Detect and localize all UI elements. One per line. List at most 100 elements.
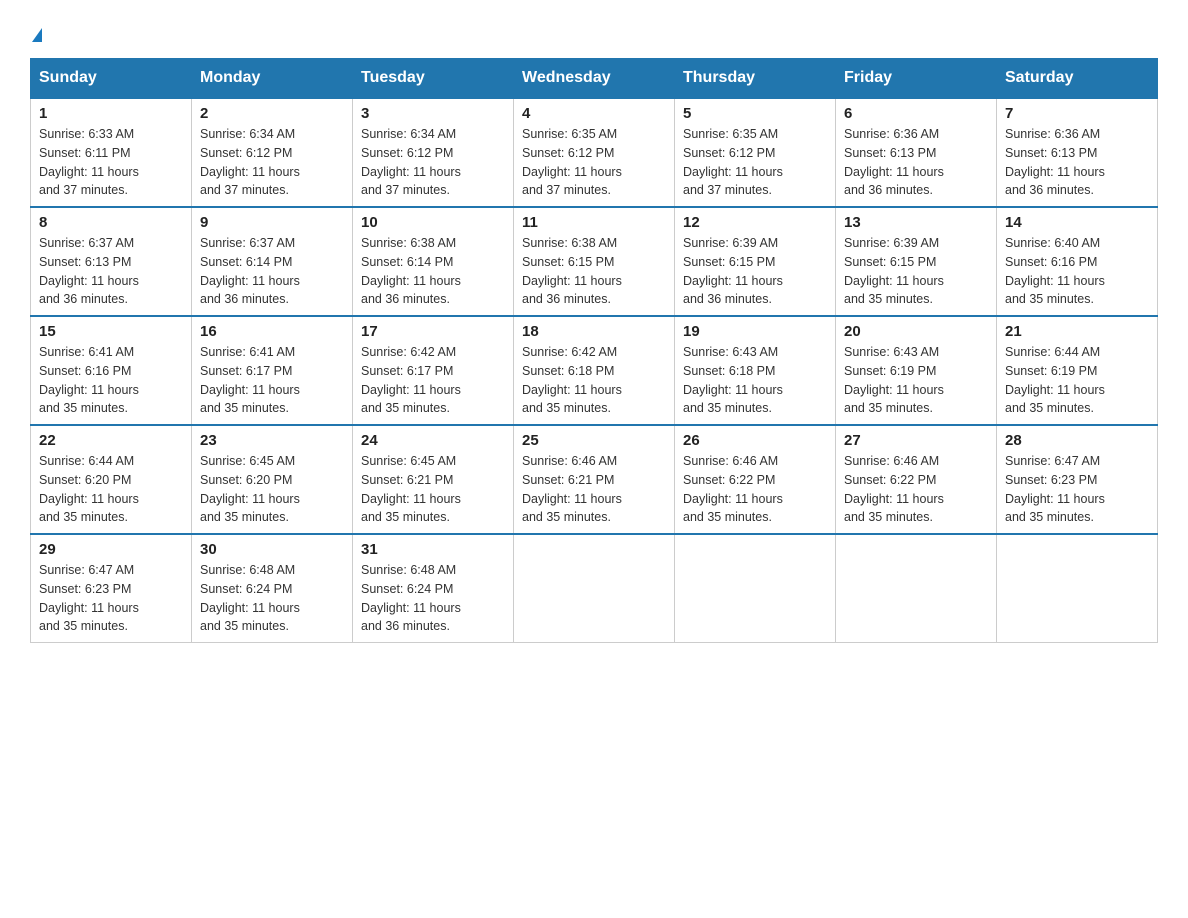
day-info: Sunrise: 6:34 AMSunset: 6:12 PMDaylight:…: [200, 127, 300, 197]
day-info: Sunrise: 6:46 AMSunset: 6:21 PMDaylight:…: [522, 454, 622, 524]
day-info: Sunrise: 6:35 AMSunset: 6:12 PMDaylight:…: [683, 127, 783, 197]
calendar-cell: 29 Sunrise: 6:47 AMSunset: 6:23 PMDaylig…: [31, 534, 192, 643]
calendar-week-4: 22 Sunrise: 6:44 AMSunset: 6:20 PMDaylig…: [31, 425, 1158, 534]
calendar-cell: 26 Sunrise: 6:46 AMSunset: 6:22 PMDaylig…: [675, 425, 836, 534]
calendar-cell: 25 Sunrise: 6:46 AMSunset: 6:21 PMDaylig…: [514, 425, 675, 534]
day-number: 25: [522, 432, 666, 449]
day-info: Sunrise: 6:38 AMSunset: 6:15 PMDaylight:…: [522, 236, 622, 306]
page-header: [30, 20, 1158, 48]
day-number: 6: [844, 105, 988, 122]
calendar-cell: 12 Sunrise: 6:39 AMSunset: 6:15 PMDaylig…: [675, 207, 836, 316]
day-info: Sunrise: 6:40 AMSunset: 6:16 PMDaylight:…: [1005, 236, 1105, 306]
day-info: Sunrise: 6:43 AMSunset: 6:18 PMDaylight:…: [683, 345, 783, 415]
day-number: 13: [844, 214, 988, 231]
day-info: Sunrise: 6:35 AMSunset: 6:12 PMDaylight:…: [522, 127, 622, 197]
day-number: 8: [39, 214, 183, 231]
day-number: 2: [200, 105, 344, 122]
day-info: Sunrise: 6:46 AMSunset: 6:22 PMDaylight:…: [844, 454, 944, 524]
day-header-monday: Monday: [192, 59, 353, 99]
logo: [30, 20, 42, 48]
day-info: Sunrise: 6:44 AMSunset: 6:20 PMDaylight:…: [39, 454, 139, 524]
calendar-cell: 5 Sunrise: 6:35 AMSunset: 6:12 PMDayligh…: [675, 98, 836, 207]
calendar-cell: 7 Sunrise: 6:36 AMSunset: 6:13 PMDayligh…: [997, 98, 1158, 207]
calendar-cell: 3 Sunrise: 6:34 AMSunset: 6:12 PMDayligh…: [353, 98, 514, 207]
day-info: Sunrise: 6:47 AMSunset: 6:23 PMDaylight:…: [1005, 454, 1105, 524]
calendar-cell: 21 Sunrise: 6:44 AMSunset: 6:19 PMDaylig…: [997, 316, 1158, 425]
calendar-cell: 18 Sunrise: 6:42 AMSunset: 6:18 PMDaylig…: [514, 316, 675, 425]
calendar-cell: [836, 534, 997, 643]
day-header-tuesday: Tuesday: [353, 59, 514, 99]
day-number: 20: [844, 323, 988, 340]
calendar-cell: [997, 534, 1158, 643]
day-number: 29: [39, 541, 183, 558]
calendar-week-2: 8 Sunrise: 6:37 AMSunset: 6:13 PMDayligh…: [31, 207, 1158, 316]
day-info: Sunrise: 6:39 AMSunset: 6:15 PMDaylight:…: [683, 236, 783, 306]
day-number: 10: [361, 214, 505, 231]
day-header-wednesday: Wednesday: [514, 59, 675, 99]
day-info: Sunrise: 6:37 AMSunset: 6:13 PMDaylight:…: [39, 236, 139, 306]
calendar-cell: 1 Sunrise: 6:33 AMSunset: 6:11 PMDayligh…: [31, 98, 192, 207]
day-info: Sunrise: 6:45 AMSunset: 6:21 PMDaylight:…: [361, 454, 461, 524]
day-number: 18: [522, 323, 666, 340]
day-info: Sunrise: 6:36 AMSunset: 6:13 PMDaylight:…: [844, 127, 944, 197]
logo-general-line: [30, 20, 42, 48]
day-header-saturday: Saturday: [997, 59, 1158, 99]
calendar-cell: 24 Sunrise: 6:45 AMSunset: 6:21 PMDaylig…: [353, 425, 514, 534]
day-header-friday: Friday: [836, 59, 997, 99]
day-number: 28: [1005, 432, 1149, 449]
calendar-cell: 20 Sunrise: 6:43 AMSunset: 6:19 PMDaylig…: [836, 316, 997, 425]
calendar-cell: 14 Sunrise: 6:40 AMSunset: 6:16 PMDaylig…: [997, 207, 1158, 316]
day-info: Sunrise: 6:41 AMSunset: 6:16 PMDaylight:…: [39, 345, 139, 415]
calendar-cell: 16 Sunrise: 6:41 AMSunset: 6:17 PMDaylig…: [192, 316, 353, 425]
day-number: 12: [683, 214, 827, 231]
day-info: Sunrise: 6:42 AMSunset: 6:18 PMDaylight:…: [522, 345, 622, 415]
day-number: 9: [200, 214, 344, 231]
calendar-cell: 22 Sunrise: 6:44 AMSunset: 6:20 PMDaylig…: [31, 425, 192, 534]
logo-triangle-icon: [32, 28, 42, 42]
calendar-cell: 4 Sunrise: 6:35 AMSunset: 6:12 PMDayligh…: [514, 98, 675, 207]
day-number: 22: [39, 432, 183, 449]
day-info: Sunrise: 6:41 AMSunset: 6:17 PMDaylight:…: [200, 345, 300, 415]
calendar-week-5: 29 Sunrise: 6:47 AMSunset: 6:23 PMDaylig…: [31, 534, 1158, 643]
day-number: 5: [683, 105, 827, 122]
calendar-cell: 2 Sunrise: 6:34 AMSunset: 6:12 PMDayligh…: [192, 98, 353, 207]
day-number: 15: [39, 323, 183, 340]
day-info: Sunrise: 6:48 AMSunset: 6:24 PMDaylight:…: [200, 563, 300, 633]
calendar-cell: 17 Sunrise: 6:42 AMSunset: 6:17 PMDaylig…: [353, 316, 514, 425]
day-info: Sunrise: 6:47 AMSunset: 6:23 PMDaylight:…: [39, 563, 139, 633]
day-info: Sunrise: 6:46 AMSunset: 6:22 PMDaylight:…: [683, 454, 783, 524]
calendar-cell: [675, 534, 836, 643]
calendar-cell: 11 Sunrise: 6:38 AMSunset: 6:15 PMDaylig…: [514, 207, 675, 316]
calendar-cell: 27 Sunrise: 6:46 AMSunset: 6:22 PMDaylig…: [836, 425, 997, 534]
day-number: 14: [1005, 214, 1149, 231]
day-number: 23: [200, 432, 344, 449]
calendar-cell: 30 Sunrise: 6:48 AMSunset: 6:24 PMDaylig…: [192, 534, 353, 643]
day-number: 31: [361, 541, 505, 558]
day-header-sunday: Sunday: [31, 59, 192, 99]
day-number: 16: [200, 323, 344, 340]
calendar-cell: 6 Sunrise: 6:36 AMSunset: 6:13 PMDayligh…: [836, 98, 997, 207]
calendar-cell: 9 Sunrise: 6:37 AMSunset: 6:14 PMDayligh…: [192, 207, 353, 316]
day-info: Sunrise: 6:34 AMSunset: 6:12 PMDaylight:…: [361, 127, 461, 197]
day-info: Sunrise: 6:42 AMSunset: 6:17 PMDaylight:…: [361, 345, 461, 415]
day-number: 19: [683, 323, 827, 340]
calendar-cell: 13 Sunrise: 6:39 AMSunset: 6:15 PMDaylig…: [836, 207, 997, 316]
day-info: Sunrise: 6:38 AMSunset: 6:14 PMDaylight:…: [361, 236, 461, 306]
day-info: Sunrise: 6:33 AMSunset: 6:11 PMDaylight:…: [39, 127, 139, 197]
day-number: 26: [683, 432, 827, 449]
calendar-cell: 10 Sunrise: 6:38 AMSunset: 6:14 PMDaylig…: [353, 207, 514, 316]
calendar-table: SundayMondayTuesdayWednesdayThursdayFrid…: [30, 58, 1158, 643]
calendar-cell: 28 Sunrise: 6:47 AMSunset: 6:23 PMDaylig…: [997, 425, 1158, 534]
calendar-cell: 15 Sunrise: 6:41 AMSunset: 6:16 PMDaylig…: [31, 316, 192, 425]
calendar-week-1: 1 Sunrise: 6:33 AMSunset: 6:11 PMDayligh…: [31, 98, 1158, 207]
calendar-header-row: SundayMondayTuesdayWednesdayThursdayFrid…: [31, 59, 1158, 99]
day-info: Sunrise: 6:45 AMSunset: 6:20 PMDaylight:…: [200, 454, 300, 524]
day-info: Sunrise: 6:48 AMSunset: 6:24 PMDaylight:…: [361, 563, 461, 633]
day-number: 1: [39, 105, 183, 122]
calendar-week-3: 15 Sunrise: 6:41 AMSunset: 6:16 PMDaylig…: [31, 316, 1158, 425]
day-number: 30: [200, 541, 344, 558]
day-number: 11: [522, 214, 666, 231]
day-number: 24: [361, 432, 505, 449]
day-info: Sunrise: 6:44 AMSunset: 6:19 PMDaylight:…: [1005, 345, 1105, 415]
day-info: Sunrise: 6:39 AMSunset: 6:15 PMDaylight:…: [844, 236, 944, 306]
